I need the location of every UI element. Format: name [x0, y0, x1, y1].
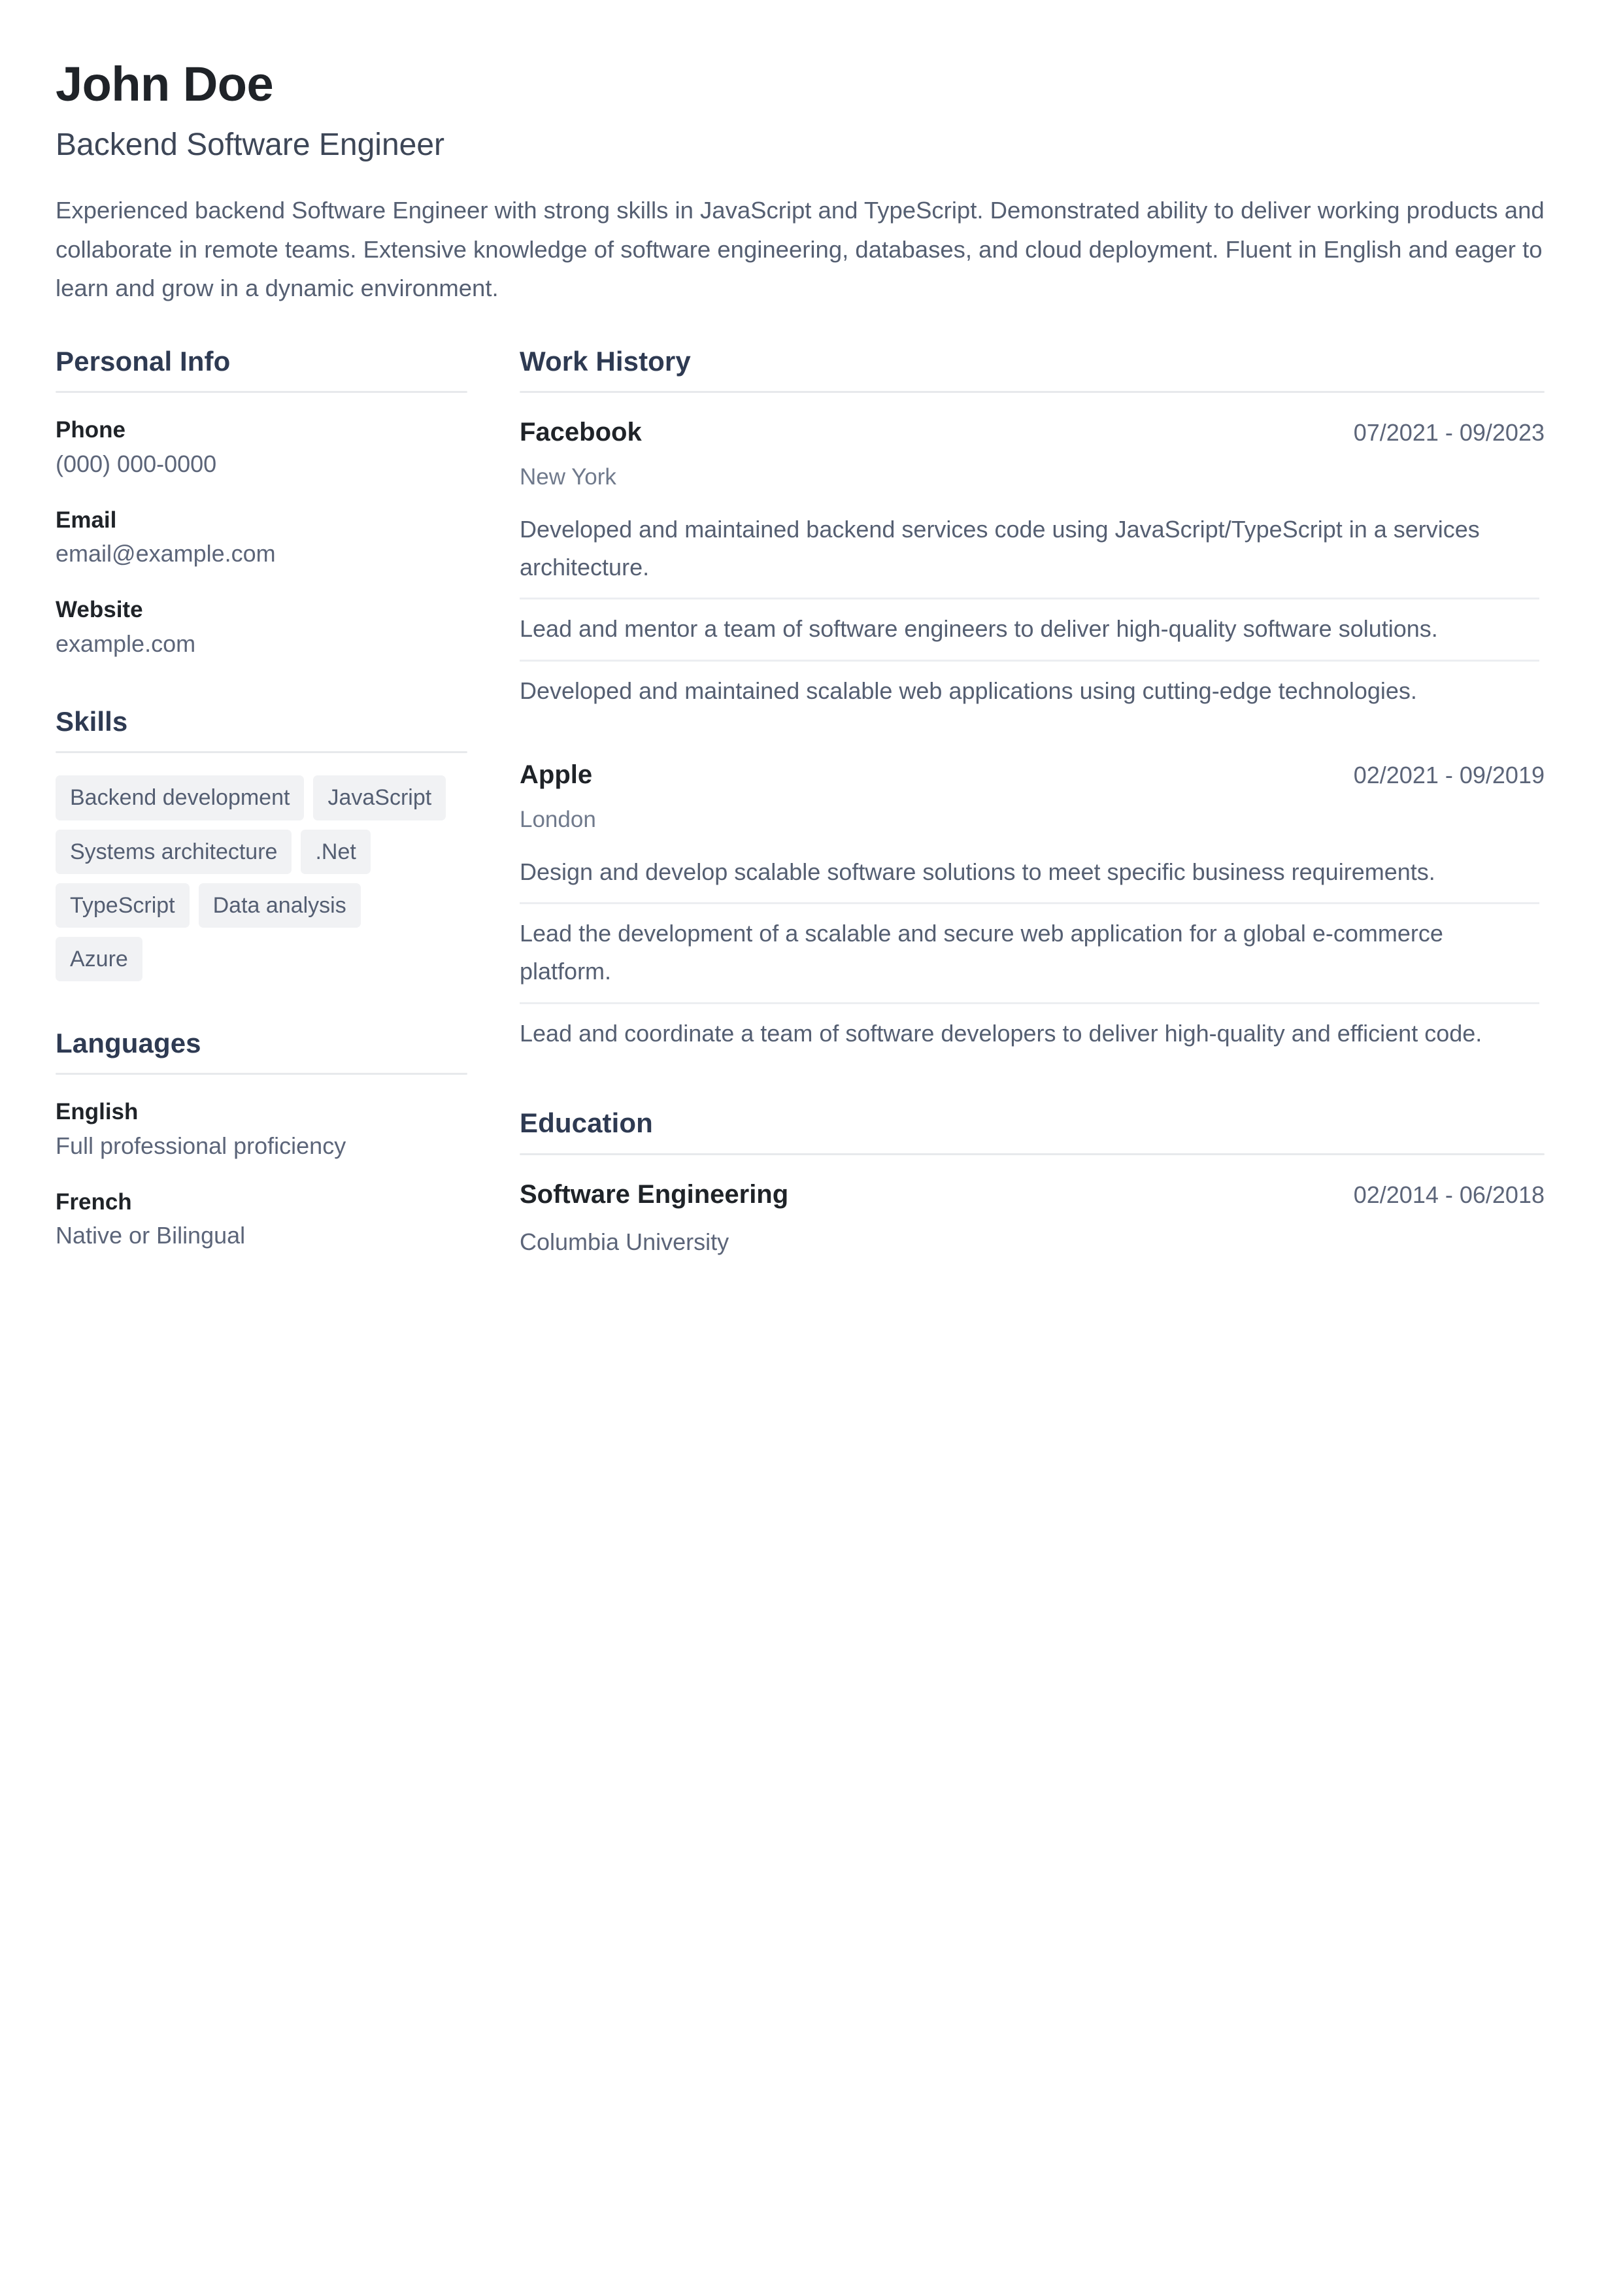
section-skills: Skills Backend development JavaScript Sy…	[56, 704, 467, 981]
personal-info-value-website: example.com	[56, 630, 196, 657]
education-entry-degree: Software Engineering	[520, 1179, 789, 1209]
work-entry-bullet: Developed and maintained backend service…	[520, 500, 1539, 600]
section-divider	[56, 751, 467, 754]
work-entry-bullet-list: Design and develop scalable software sol…	[520, 843, 1545, 1064]
work-entry-dates: 02/2021 - 09/2019	[1353, 762, 1545, 789]
skill-chip: Data analysis	[198, 883, 361, 928]
skill-chip: TypeScript	[56, 883, 190, 928]
section-divider	[56, 1073, 467, 1075]
education-entry-school: Columbia University	[520, 1228, 729, 1255]
section-personal-info: Personal Info Phone (000) 000-0000 Email…	[56, 344, 467, 660]
work-entry-bullet: Design and develop scalable software sol…	[520, 843, 1539, 905]
personal-info-value-phone: (000) 000-0000	[56, 450, 217, 478]
personal-info-value-email: email@example.com	[56, 540, 276, 567]
language-level: Full professional proficiency	[56, 1132, 346, 1160]
work-entry-organization: Facebook	[520, 418, 642, 447]
education-entry: Software Engineering 02/2014 - 06/2018 C…	[520, 1177, 1545, 1258]
candidate-name: John Doe	[56, 57, 274, 111]
work-entry-bullet-list: Developed and maintained backend service…	[520, 500, 1545, 721]
skill-chip: Systems architecture	[56, 829, 292, 874]
section-heading-languages: Languages	[56, 1027, 201, 1058]
personal-info-item-email: Email email@example.com	[56, 505, 467, 570]
resume-page: John Doe Backend Software Engineer Exper…	[0, 0, 1623, 2296]
work-entry-bullet: Lead the development of a scalable and s…	[520, 904, 1539, 1004]
skill-chip: Backend development	[56, 775, 305, 820]
language-name: French	[56, 1189, 132, 1215]
language-name: English	[56, 1099, 139, 1125]
skill-chip: JavaScript	[313, 775, 446, 820]
work-entry-facebook: Facebook 07/2021 - 09/2023 New York Deve…	[520, 415, 1545, 721]
personal-info-label: Phone	[56, 417, 125, 443]
personal-info-item-website: Website example.com	[56, 595, 467, 660]
language-level: Native or Bilingual	[56, 1222, 246, 1249]
work-entry-header: Apple 02/2021 - 09/2019	[520, 758, 1545, 792]
resume-header: John Doe Backend Software Engineer Exper…	[56, 57, 1545, 307]
skills-chip-list: Backend development JavaScript Systems a…	[56, 775, 448, 981]
work-entry-location: New York	[520, 464, 616, 490]
work-entry-dates: 07/2021 - 09/2023	[1353, 419, 1545, 447]
section-heading-skills: Skills	[56, 705, 128, 737]
sidebar-column: Personal Info Phone (000) 000-0000 Email…	[56, 344, 520, 1252]
work-entry-bullet: Lead and mentor a team of software engin…	[520, 599, 1539, 662]
skill-chip: .Net	[301, 829, 371, 874]
section-work-history: Work History Facebook 07/2021 - 09/2023 …	[520, 344, 1545, 1064]
section-heading-personal-info: Personal Info	[56, 345, 231, 377]
personal-info-label: Website	[56, 596, 143, 622]
language-item-french: French Native or Bilingual	[56, 1187, 467, 1252]
section-divider	[520, 391, 1545, 394]
section-heading-education: Education	[520, 1107, 653, 1139]
work-entry-header: Facebook 07/2021 - 09/2023	[520, 415, 1545, 449]
skill-chip: Azure	[56, 936, 142, 981]
personal-info-item-phone: Phone (000) 000-0000	[56, 415, 467, 480]
personal-info-label: Email	[56, 507, 117, 533]
section-education: Education Software Engineering 02/2014 -…	[520, 1106, 1545, 1257]
section-heading-work-history: Work History	[520, 345, 691, 377]
work-entry-apple: Apple 02/2021 - 09/2019 London Design an…	[520, 758, 1545, 1064]
work-entry-bullet: Lead and coordinate a team of software d…	[520, 1019, 1482, 1047]
section-divider	[56, 391, 467, 394]
candidate-summary: Experienced backend Software Engineer wi…	[56, 197, 1545, 301]
resume-body: Personal Info Phone (000) 000-0000 Email…	[56, 344, 1545, 1258]
candidate-job-title: Backend Software Engineer	[56, 127, 445, 162]
section-languages: Languages English Full professional prof…	[56, 1026, 467, 1252]
main-column: Work History Facebook 07/2021 - 09/2023 …	[520, 344, 1545, 1258]
work-entry-location: London	[520, 807, 596, 833]
work-entry-bullet: Developed and maintained scalable web ap…	[520, 677, 1417, 704]
section-divider	[520, 1153, 1545, 1155]
work-entry-organization: Apple	[520, 760, 593, 790]
education-entry-header: Software Engineering 02/2014 - 06/2018	[520, 1177, 1545, 1211]
language-item-english: English Full professional proficiency	[56, 1097, 467, 1162]
education-entry-dates: 02/2014 - 06/2018	[1353, 1181, 1545, 1208]
